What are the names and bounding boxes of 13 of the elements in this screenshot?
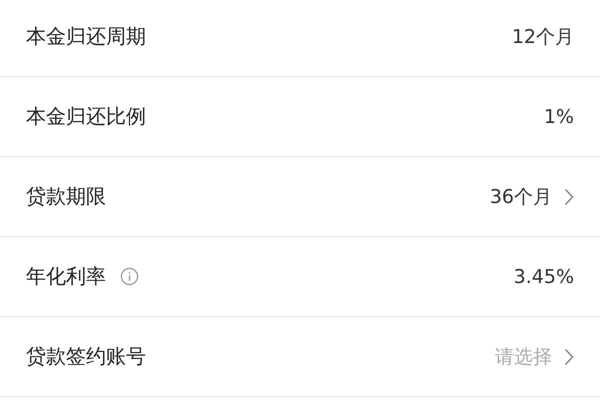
row-value: 12个月 (512, 24, 574, 50)
list-row[interactable]: 贷款期限 36个月 (0, 157, 600, 237)
list-row[interactable]: 贷款签约账号 请选择 (0, 317, 600, 397)
row-label: 本金归还周期 (26, 23, 146, 50)
row-value: 3.45% (514, 266, 574, 288)
row-label: 贷款签约账号 (26, 343, 146, 370)
row-label: 贷款期限 (26, 183, 106, 210)
row-value: 1% (544, 106, 574, 128)
row-label: 本金归还比例 (26, 103, 146, 130)
row-value: 36个月 (490, 184, 552, 210)
select-placeholder: 请选择 (495, 344, 552, 370)
row-label: 年化利率 (26, 263, 106, 290)
info-icon[interactable] (120, 267, 139, 286)
